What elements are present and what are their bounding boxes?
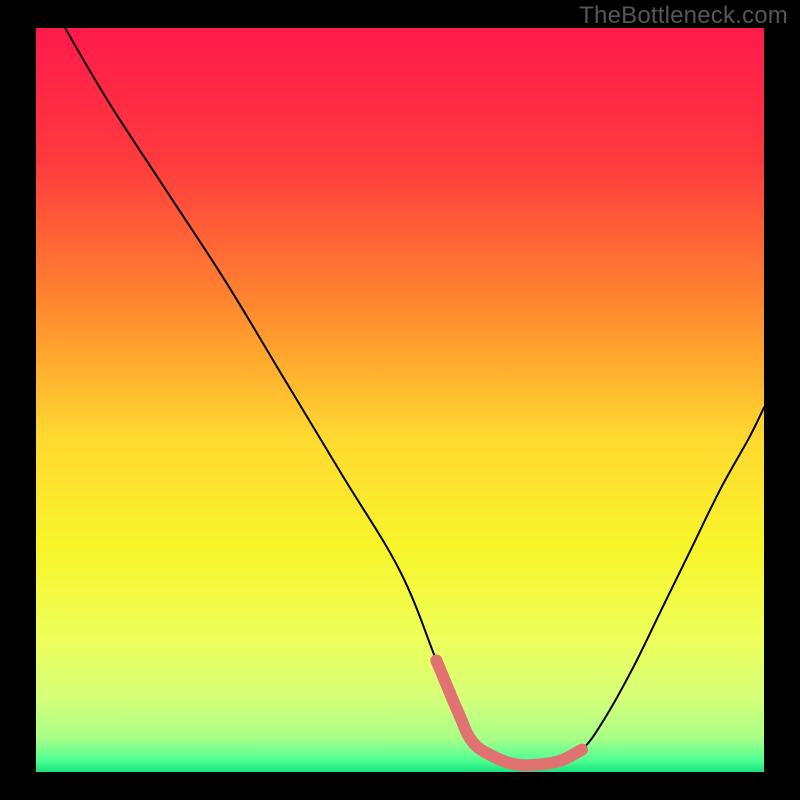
- watermark-text: TheBottleneck.com: [579, 2, 788, 30]
- gradient-background: [36, 28, 764, 772]
- bottleneck-chart: [36, 28, 764, 772]
- chart-frame: TheBottleneck.com: [0, 0, 800, 800]
